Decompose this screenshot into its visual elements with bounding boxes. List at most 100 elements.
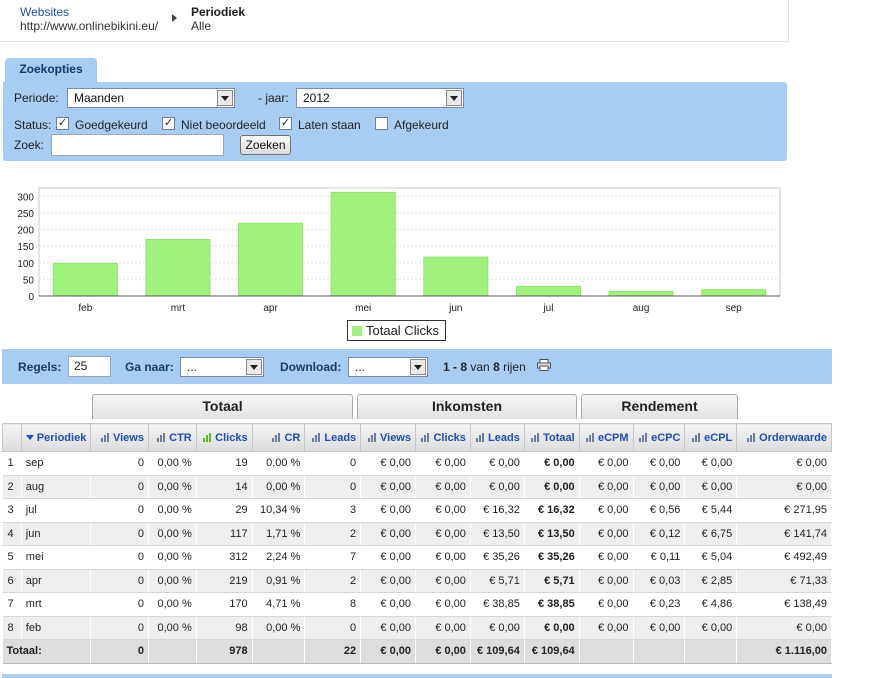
chevron-down-icon[interactable] (410, 359, 426, 375)
checkbox-niet-beoordeeld[interactable]: ✓ (162, 117, 175, 130)
column-header-views[interactable]: Views (90, 423, 149, 452)
column-header-clicks[interactable]: Clicks (195, 423, 253, 452)
checkbox-afgekeurd[interactable] (375, 117, 388, 130)
chevron-down-icon[interactable] (217, 90, 233, 106)
tab-zoekopties[interactable]: Zoekopties (5, 58, 97, 82)
checkbox-goedgekeurd[interactable]: ✓ (56, 117, 69, 130)
table-cell: € 0,00 (633, 451, 686, 476)
table-row[interactable]: 7 mrt 0 0,00 % 170 4,71 % 8 € 0,00 € 0,00 € 38,85… (2, 592, 832, 617)
table-row[interactable]: 3 jul 0 0,00 % 29 10,34 % 3 € 0,00 € 0,00 € 16,32… (2, 498, 832, 523)
table-cell: € 0,00 (579, 545, 634, 570)
legend-label: Totaal Clicks (366, 323, 439, 338)
chevron-down-icon[interactable] (446, 90, 462, 106)
table-cell: 0 (90, 498, 149, 523)
table-cell: € 138,49 (736, 592, 832, 617)
bar-chart-icon (157, 432, 166, 442)
table-row[interactable]: 2 aug 0 0,00 % 14 0,00 % 0 € 0,00 € 0,00 € 0,00 € … (2, 475, 832, 499)
regels-label: Regels: (18, 360, 62, 374)
jaar-select[interactable]: 2012 (296, 88, 464, 108)
printer-icon[interactable] (537, 359, 551, 371)
websites-link[interactable]: Websites (20, 5, 158, 19)
table-row[interactable]: 5 mei 0 0,00 % 312 2,24 % 7 € 0,00 € 0,00 € 35,26… (2, 545, 832, 570)
column-header-ecpc[interactable]: eCPC (632, 423, 686, 452)
table-cell: 7 (2, 592, 22, 617)
table-cell: feb (21, 616, 92, 640)
column-header-cr[interactable]: CR (251, 423, 306, 452)
bar-chart-icon (203, 432, 212, 442)
table-cell: € 0,00 (415, 522, 471, 546)
table-cell: 14 (196, 475, 253, 499)
status-niet-beoordeeld-label: Niet beoordeeld (181, 118, 266, 132)
table-row[interactable]: 4 jun 0 0,00 % 117 1,71 % 2 € 0,00 € 0,00 € 13,50… (2, 522, 832, 546)
column-header-ctr[interactable]: CTR (147, 423, 197, 452)
table-cell: 6 (2, 569, 22, 593)
table-header-row: Periodiek Views CTR Clicks CR Leads Views Click… (2, 423, 832, 452)
table-cell: € 0,00 (360, 592, 416, 617)
regels-input-value: 25 (74, 359, 88, 373)
table-cell: € 0,00 (736, 475, 832, 499)
bar-jun (423, 256, 489, 297)
ganaar-select-value: ... (187, 360, 198, 374)
table-row[interactable]: 8 feb 0 0,00 % 98 0,00 % 0 € 0,00 € 0,00 € 0,00 € … (2, 616, 832, 640)
table-cell: € 0,00 (579, 616, 634, 640)
zoek-input[interactable] (51, 134, 224, 156)
column-header-label: CTR (169, 431, 192, 444)
total-cell: € 0,00 (360, 639, 416, 664)
table-cell: € 0,00 (684, 475, 738, 499)
table-cell: 0,00 % (148, 545, 197, 570)
website-url: http://www.onlinebikini.eu/ (20, 19, 159, 33)
table-cell: € 0,00 (736, 451, 832, 476)
ganaar-select[interactable]: ... (180, 357, 264, 377)
table-row[interactable]: 1 sep 0 0,00 % 19 0,00 % 0 € 0,00 € 0,00 € 0,00 € … (2, 451, 832, 476)
column-header-views[interactable]: Views (360, 423, 416, 452)
download-select[interactable]: ... (348, 357, 428, 377)
column-header-clicks[interactable]: Clicks (415, 423, 471, 452)
chevron-down-icon[interactable] (246, 359, 262, 375)
regels-input[interactable]: 25 (68, 356, 111, 377)
periode-select[interactable]: Maanden (67, 88, 235, 108)
bar-chart-icon (476, 432, 485, 442)
breadcrumb: Websites http://www.onlinebikini.eu/ Per… (0, 0, 789, 42)
column-header-leads[interactable]: Leads (469, 423, 525, 452)
x-tick-label: jun (448, 303, 462, 314)
breadcrumb-websites: Websites http://www.onlinebikini.eu/ (20, 5, 158, 33)
table-cell: € 0,23 (633, 592, 686, 617)
table-cell: € 0,00 (684, 616, 738, 640)
table-cell: 0 (90, 545, 149, 570)
table-cell: € 0,00 (360, 569, 416, 593)
breadcrumb-periodiek: Periodiek Alle (191, 5, 245, 33)
periodiek-value: Alle (191, 19, 212, 33)
table-cell: 1,71 % (252, 522, 306, 546)
column-header-totaal[interactable]: Totaal (523, 423, 580, 452)
column-header-ecpl[interactable]: eCPL (684, 423, 738, 452)
column-header-orderwaarde[interactable]: Orderwaarde (736, 423, 832, 452)
table-cell: € 0,00 (360, 475, 416, 499)
table-cell: € 0,00 (579, 522, 634, 546)
row-total: 8 (493, 360, 500, 374)
table-cell: € 16,32 (470, 498, 525, 523)
status-goedgekeurd-label: Goedgekeurd (75, 118, 148, 132)
checkbox-laten-staan[interactable]: ✓ (279, 117, 292, 130)
table-cell: € 5,71 (524, 569, 580, 593)
table-cell: € 35,26 (470, 545, 525, 570)
table-cell: 4 (2, 522, 22, 546)
column-header-label: Leads (324, 431, 357, 444)
table-cell: 0,00 % (148, 451, 197, 476)
zoeken-button[interactable]: Zoeken (240, 135, 291, 155)
table-cell: € 5,44 (684, 498, 738, 523)
column-header-ecpm[interactable]: eCPM (578, 423, 634, 452)
table-cell: 0 (304, 616, 362, 640)
table-cell: 0 (90, 451, 149, 476)
table-row[interactable]: 6 apr 0 0,00 % 219 0,91 % 2 € 0,00 € 0,00 € 5,71 €… (2, 569, 832, 593)
total-cell: € 109,64 (524, 639, 580, 664)
table-cell: € 492,49 (736, 545, 832, 570)
table-cell: 117 (196, 522, 253, 546)
table-cell: € 0,00 (579, 592, 634, 617)
column-header-leads[interactable]: Leads (304, 423, 362, 452)
x-tick-label: jul (542, 303, 553, 314)
table-cell: € 0,00 (470, 451, 525, 476)
column-header-periodiek[interactable]: Periodiek (20, 423, 92, 452)
table-cell: € 0,00 (470, 475, 525, 499)
column-header-label: Clicks (215, 431, 248, 444)
table-cell: 8 (304, 592, 362, 617)
